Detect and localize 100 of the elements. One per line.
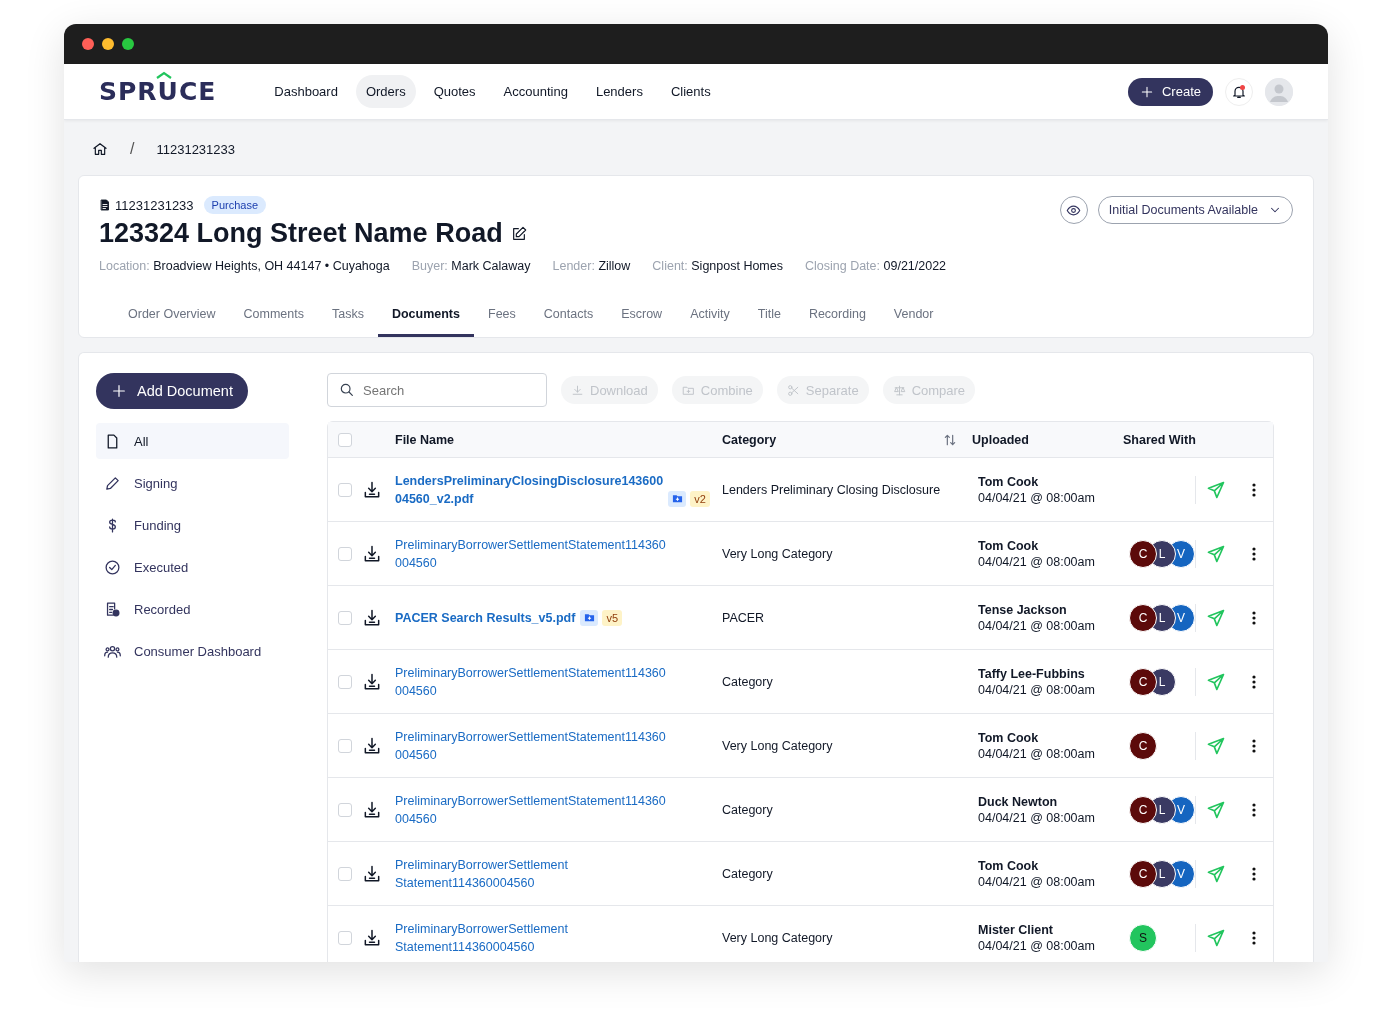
row-checkbox[interactable] [338,674,352,689]
uploader-name: Duck Newton [978,794,1059,809]
tab[interactable]: Contacts [529,291,608,337]
send-icon[interactable] [1205,927,1226,948]
order-detail: Buyer: Mark Calaway [411,259,531,273]
more-options-icon[interactable] [1252,738,1256,753]
order-detail: Location: Broadview Heights, OH 44147 • Cuyahoga [99,259,390,273]
scissors-icon [786,383,800,397]
sidebar-item[interactable]: Funding [96,507,289,543]
uploader-name: Tense Jackson [978,602,1068,617]
notifications-button[interactable] [1225,77,1253,106]
more-options-icon[interactable] [1252,930,1256,945]
tab[interactable]: Order Overview [114,291,230,337]
file-link[interactable]: PreliminaryBorrowerSettlementStatement114360 004560 [395,535,666,572]
close-window-dot[interactable] [82,38,94,50]
more-options-icon[interactable] [1252,546,1256,561]
shared-user-avatar: C [1129,539,1157,568]
file-link[interactable]: PreliminaryBorrowerSettlement Statement114360004560 [395,855,568,892]
plus-icon [1139,84,1154,99]
tab[interactable]: Vendor [879,291,948,337]
more-options-icon[interactable] [1252,802,1256,817]
file-icon [99,199,111,211]
download-icon [362,479,382,500]
shared-user-avatar: C [1129,795,1157,824]
column-header: Category [722,432,777,447]
breadcrumb-separator: / [130,140,135,158]
nav-link[interactable]: Accounting [493,75,578,108]
more-options-icon[interactable] [1252,610,1256,625]
row-checkbox[interactable] [338,738,352,753]
row-checkbox[interactable] [338,930,352,945]
row-checkbox[interactable] [338,802,352,817]
send-icon[interactable] [1205,671,1226,692]
uploader-name: Mister Client [978,922,1054,937]
download-icon [362,607,382,628]
edit-icon [510,225,527,242]
category-cell-text: Very Long Category [722,930,834,945]
upload-date: 04/04/21 @ 08:00am [978,618,1096,633]
send-icon[interactable] [1205,607,1226,628]
document-check-icon [104,600,121,618]
logo: SPRUCE [99,77,217,106]
category-cell-text: Very Long Category [722,546,834,561]
upload-date: 04/04/21 @ 08:00am [978,490,1096,505]
file-link[interactable]: LendersPreliminaryClosingDisclosure143600 04560_v2.pdf [395,471,664,508]
nav-link[interactable]: Orders [355,75,416,108]
row-checkbox[interactable] [338,866,352,881]
shared-user-avatar: S [1129,923,1157,952]
nav-link[interactable]: Clients [660,75,721,108]
nav-link[interactable]: Dashboard [264,75,348,108]
nav-link[interactable]: Lenders [585,75,653,108]
send-icon[interactable] [1205,799,1226,820]
sidebar-item[interactable]: Signing [96,465,289,501]
sidebar-item[interactable]: All [96,423,289,459]
send-icon[interactable] [1205,735,1226,756]
upload-date: 04/04/21 @ 08:00am [978,874,1096,889]
tab[interactable]: Title [743,291,795,337]
row-checkbox[interactable] [338,482,352,497]
category-cell-text: Category [722,802,774,817]
tab[interactable]: Fees [474,291,530,337]
file-link[interactable]: PreliminaryBorrowerSettlement Statement114360004560 [395,919,568,956]
send-icon[interactable] [1205,479,1226,500]
send-icon[interactable] [1205,543,1226,564]
row-checkbox[interactable] [338,546,352,561]
tab[interactable]: Tasks [317,291,378,337]
more-options-icon[interactable] [1252,482,1256,497]
order-type-badge: Purchase [203,196,267,214]
order-detail: Lender: Zillow [552,259,631,273]
uploader-name: Tom Cook [978,474,1040,489]
check-circle-icon [104,558,121,576]
home-icon [92,141,108,157]
tab[interactable]: Comments [229,291,318,337]
send-icon[interactable] [1205,863,1226,884]
upload-date: 04/04/21 @ 08:00am [978,810,1096,825]
nav-link[interactable]: Quotes [423,75,486,108]
status-dropdown[interactable]: Initial Documents Available [1097,196,1293,224]
tab[interactable]: Documents [377,291,474,337]
breadcrumb-item[interactable]: 11231231233 [156,141,236,157]
sidebar-item[interactable]: Executed [96,549,289,585]
tab[interactable]: Activity [676,291,744,337]
file-link[interactable]: PreliminaryBorrowerSettlementStatement114360 004560 [395,727,666,764]
uploader-name: Tom Cook [978,538,1040,553]
minimize-window-dot[interactable] [102,38,114,50]
sidebar-item[interactable]: Consumer Dashboard [96,633,289,669]
tab[interactable]: Recording [794,291,880,337]
file-link[interactable]: PreliminaryBorrowerSettlementStatement114360 004560 [395,791,666,828]
add-document-button[interactable]: Add Document [96,373,248,409]
pencil-icon [104,474,121,492]
tab[interactable]: Escrow [607,291,677,337]
select-all-checkbox[interactable] [338,432,352,447]
shared-user-avatar: C [1129,603,1157,632]
create-button[interactable]: Create [1127,77,1213,106]
maximize-window-dot[interactable] [122,38,134,50]
file-link[interactable]: PACER Search Results_v5.pdf [395,608,576,627]
download-icon [362,927,382,948]
file-link[interactable]: PreliminaryBorrowerSettlementStatement114360 004560 [395,663,666,700]
preview-button[interactable] [1059,196,1088,224]
search-field[interactable]: Search [327,373,547,407]
row-checkbox[interactable] [338,610,352,625]
more-options-icon[interactable] [1252,866,1256,881]
more-options-icon[interactable] [1252,674,1256,689]
sidebar-item[interactable]: Recorded [96,591,289,627]
